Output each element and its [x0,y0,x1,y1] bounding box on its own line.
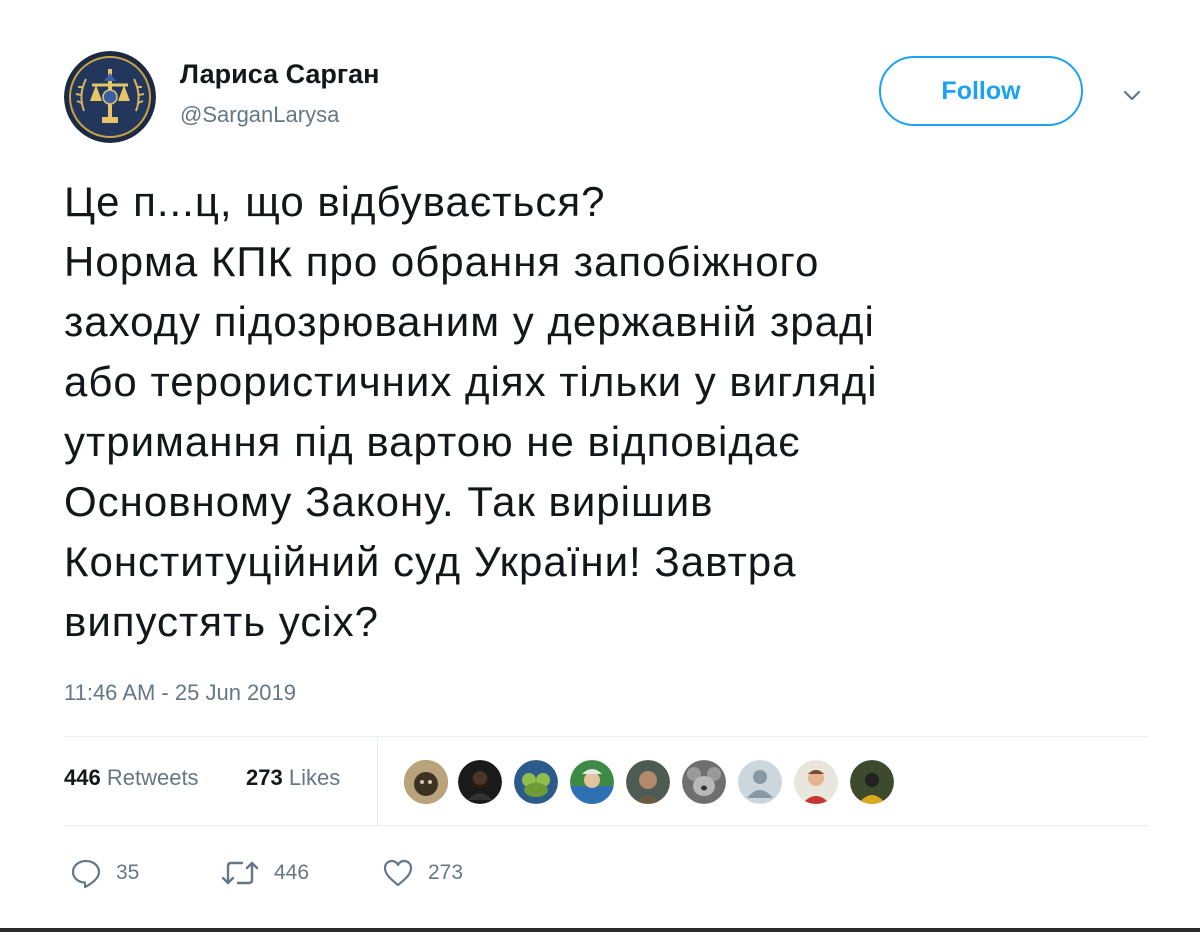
retweets-stat[interactable]: 446 Retweets [64,765,199,791]
retweet-icon [220,857,260,889]
retweets-stat-label: Retweets [106,765,199,790]
retweet-count: 446 [274,861,310,884]
stats-separator [377,737,378,825]
like-count: 273 [428,861,464,884]
retweets-stat-count: 446 [64,765,101,790]
retweet-button[interactable]: 446 [220,853,309,893]
author-handle[interactable]: @SarganLarysa [180,102,339,128]
reply-count: 35 [116,861,140,884]
tweet-text-line: заходу підозрюваним у державній зраді [64,298,875,345]
tweet-timestamp[interactable]: 11:46 AM - 25 Jun 2019 [64,680,296,706]
likes-stat[interactable]: 273 Likes [246,765,340,791]
tweet-text-line: утримання під вартою не відповідає [64,418,801,465]
tweet-text-line: Конституційний суд України! Завтра [64,538,797,585]
liker-avatar[interactable] [568,758,616,806]
liker-avatar[interactable] [512,758,560,806]
liker-avatar[interactable] [792,758,840,806]
tweet-text-line: Це п...ц, що відбувається? [64,178,606,225]
follow-button[interactable]: Follow [879,56,1083,126]
author-avatar[interactable] [64,51,156,143]
reply-button[interactable]: 35 [70,853,139,893]
liker-avatar[interactable] [736,758,784,806]
tweet-text-line: Норма КПК про обрання запобіжного [64,238,820,285]
liker-avatar[interactable] [680,758,728,806]
tweet-card: Лариса Сарган @SarganLarysa Follow Це п.… [0,0,1200,935]
reply-icon [70,857,102,889]
likes-stat-count: 273 [246,765,283,790]
chevron-down-icon[interactable] [1119,84,1145,106]
tweet-text-line: Основному Закону. Так вирішив [64,478,714,525]
heart-icon [382,857,414,889]
bottom-border [0,928,1200,932]
liker-avatar[interactable] [402,758,450,806]
tweet-text: Це п...ц, що відбувається? Норма КПК про… [64,172,1144,652]
like-button[interactable]: 273 [382,853,463,893]
tweet-text-line: випустять усіх? [64,598,380,645]
liker-avatar[interactable] [624,758,672,806]
author-display-name[interactable]: Лариса Сарган [180,59,380,90]
tweet-stats: 446 Retweets 273 Likes [64,737,1148,825]
likes-stat-label: Likes [288,765,341,790]
liker-avatar[interactable] [456,758,504,806]
divider [64,825,1148,826]
liker-avatar[interactable] [848,758,896,806]
tweet-text-line: або терористичних діях тільки у вигляді [64,358,878,405]
